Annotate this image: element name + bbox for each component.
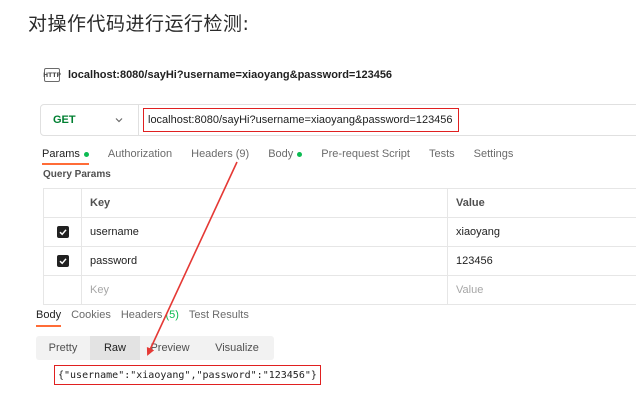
tab-response-cookies[interactable]: Cookies [71,309,111,321]
chevron-down-icon [115,118,123,123]
request-tabs: Params Authorization Headers (9) Body Pr… [42,148,532,165]
body-indicator-dot [297,151,303,157]
checkbox-checked-icon[interactable] [56,255,69,267]
new-param-value-input[interactable]: Value [448,276,636,304]
checkbox-checked-icon[interactable] [56,226,69,238]
tab-response-headers[interactable]: Headers (5) [121,309,179,321]
tab-label: Settings [473,148,514,160]
format-raw-button[interactable]: Raw [90,336,140,360]
row-check-cell [44,276,82,304]
tab-label: Pre-request Script [321,148,410,160]
url-input[interactable]: localhost:8080/sayHi?username=xiaoyang&p… [143,108,459,132]
method-label: GET [53,114,76,126]
row-check-cell [44,218,82,246]
url-bar: GET localhost:8080/sayHi?username=xiaoya… [40,104,636,136]
column-header-key: Key [82,189,448,217]
tab-label: Tests [428,148,455,160]
tab-response-body[interactable]: Body [36,309,62,327]
format-preview-button[interactable]: Preview [140,336,200,360]
tab-settings[interactable]: Settings [474,148,514,160]
tab-label: Headers [120,309,163,321]
params-indicator-dot [83,151,89,157]
response-headers-count: (5) [165,309,179,321]
tab-label: Headers [191,148,233,160]
method-select[interactable]: GET [41,105,139,135]
headers-count: (9) [235,148,250,160]
response-format-group: Pretty Raw Preview Visualize [36,336,274,360]
param-value-input[interactable]: xiaoyang [448,218,636,246]
tab-headers[interactable]: Headers (9) [191,148,249,160]
row-check-cell [44,247,82,275]
tab-pre-request-script[interactable]: Pre-request Script [321,148,410,160]
param-key-input[interactable]: username [82,218,448,246]
tab-label: Body [268,148,294,160]
new-param-key-input[interactable]: Key [82,276,448,304]
tab-label: Params [42,148,80,160]
tab-body[interactable]: Body [268,148,303,160]
article-heading: 对操作代码进行运行检测: [28,13,250,35]
header-check-cell [44,189,82,217]
table-row-empty: Key Value [44,276,636,305]
request-title-row[interactable]: HTTP localhost:8080/sayHi?username=xiaoy… [43,68,393,82]
postman-screenshot: HTTP localhost:8080/sayHi?username=xiaoy… [28,58,636,418]
tab-test-results[interactable]: Test Results [189,309,249,321]
tab-authorization[interactable]: Authorization [108,148,172,160]
query-params-table: Key Value username xiaoyang password 123… [43,188,636,305]
param-value-input[interactable]: 123456 [448,247,636,275]
http-request-icon: HTTP [43,68,61,82]
table-row: username xiaoyang [44,218,636,247]
query-params-title: Query Params [43,169,111,180]
table-header-row: Key Value [44,189,636,218]
response-tabs: Body Cookies Headers (5) Test Results [36,309,259,327]
tab-tests[interactable]: Tests [429,148,455,160]
tab-label: Authorization [107,148,173,160]
request-title: localhost:8080/sayHi?username=xiaoyang&p… [68,69,393,81]
response-body-text: {"username":"xiaoyang","password":"12345… [54,365,321,385]
param-key-input[interactable]: password [82,247,448,275]
table-row: password 123456 [44,247,636,276]
tab-params[interactable]: Params [42,148,89,165]
column-header-value: Value [456,197,485,209]
format-visualize-button[interactable]: Visualize [200,336,274,360]
format-pretty-button[interactable]: Pretty [36,336,90,360]
